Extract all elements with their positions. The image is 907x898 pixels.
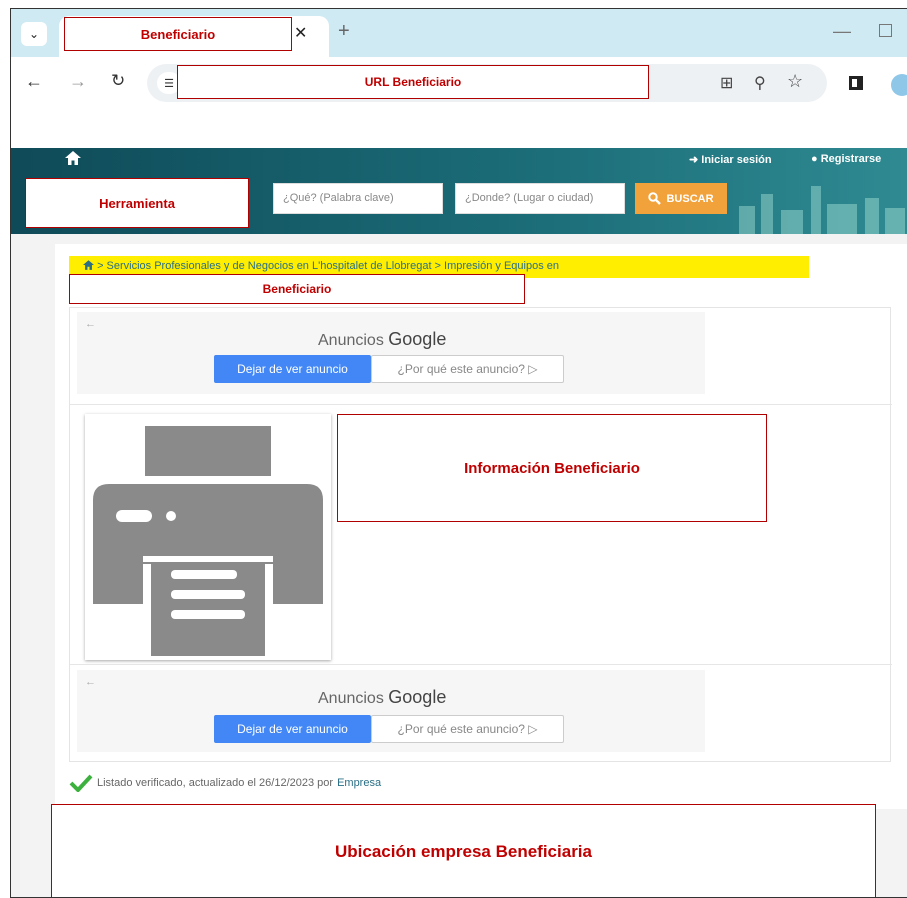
tool-annotation: Herramienta <box>25 178 249 228</box>
checkmark-icon <box>69 774 93 792</box>
browser-window: ⌄ Beneficiario ✕ + — ← → ↻ ☰ ⊞ ⚲ ☆ URL B… <box>10 8 907 898</box>
minimize-icon[interactable]: — <box>833 21 851 42</box>
register-label: Registrarse <box>820 153 882 165</box>
ad-title-prefix: Anuncios <box>318 690 384 707</box>
close-icon[interactable]: ✕ <box>294 23 307 43</box>
google-ad: ← Anuncios Google Dejar de ver anuncio ¿… <box>77 670 705 752</box>
search-button-label: BUSCAR <box>666 192 714 205</box>
why-ad-button[interactable]: ¿Por qué este anuncio? ▷ <box>371 355 564 383</box>
back-icon[interactable]: ← <box>85 676 96 688</box>
business-image <box>85 414 331 660</box>
stop-ad-button[interactable]: Dejar de ver anuncio <box>214 715 371 743</box>
divider <box>70 404 892 405</box>
verified-note: Listado verificado, actualizado el 26/12… <box>69 774 381 792</box>
verified-company-link[interactable]: Empresa <box>337 777 381 789</box>
search-icon <box>648 192 662 205</box>
login-icon: ➜ <box>689 154 699 166</box>
why-ad-button[interactable]: ¿Por qué este anuncio? ▷ <box>371 715 564 743</box>
zoom-icon[interactable]: ⚲ <box>754 73 766 93</box>
chevron-down-icon: ⌄ <box>28 27 40 41</box>
maximize-icon[interactable] <box>879 24 892 37</box>
verified-text: Listado verificado, actualizado el 26/12… <box>97 777 334 789</box>
skyline-decoration <box>739 186 905 234</box>
business-info-annotation: Información Beneficiario <box>337 414 767 522</box>
stop-ad-button[interactable]: Dejar de ver anuncio <box>214 355 371 383</box>
ad-title-brand: Google <box>388 687 447 707</box>
sidebar-icon[interactable] <box>849 76 863 90</box>
url-text[interactable]: URL Beneficiario <box>177 65 649 99</box>
site-header: ➜ Iniciar sesión ● Registrarse Herramien… <box>11 148 907 234</box>
tab-search-button[interactable]: ⌄ <box>21 22 47 46</box>
ad-title: Anuncios Google <box>318 687 446 708</box>
browser-toolbar: ← → ↻ ☰ ⊞ ⚲ ☆ URL Beneficiario <box>11 57 907 109</box>
register-link[interactable]: ● Registrarse <box>811 153 881 165</box>
star-icon[interactable]: ☆ <box>787 71 803 92</box>
home-icon[interactable] <box>65 151 81 170</box>
printer-icon <box>93 426 323 656</box>
search-button[interactable]: BUSCAR <box>635 183 727 214</box>
breadcrumb-text[interactable]: > Servicios Profesionales y de Negocios … <box>97 260 559 272</box>
ad-title-prefix: Anuncios <box>318 332 384 349</box>
divider <box>70 664 892 665</box>
location-search-input[interactable]: ¿Donde? (Lugar o ciudad) <box>455 183 625 214</box>
profile-icon[interactable] <box>891 74 907 96</box>
ad-title: Anuncios Google <box>318 329 446 350</box>
tab-bar: ⌄ Beneficiario ✕ + — <box>11 9 907 57</box>
install-icon[interactable]: ⊞ <box>720 73 733 93</box>
google-ad: ← Anuncios Google Dejar de ver anuncio ¿… <box>77 312 705 394</box>
tab-title[interactable]: Beneficiario <box>64 17 292 51</box>
ad-title-brand: Google <box>388 329 447 349</box>
plus-icon[interactable]: + <box>338 20 350 43</box>
home-icon[interactable] <box>83 260 94 270</box>
login-link[interactable]: ➜ Iniciar sesión <box>689 153 772 166</box>
back-icon[interactable]: ← <box>85 318 96 330</box>
reload-icon[interactable]: ↻ <box>111 71 125 91</box>
location-annotation: Ubicación empresa Beneficiaria <box>51 804 876 897</box>
business-name-annotation: Beneficiario <box>69 274 525 304</box>
keyword-search-input[interactable]: ¿Qué? (Palabra clave) <box>273 183 443 214</box>
forward-icon[interactable]: → <box>69 71 87 92</box>
user-icon: ● <box>811 153 818 165</box>
back-icon[interactable]: ← <box>25 71 43 92</box>
login-label: Iniciar sesión <box>701 154 772 166</box>
